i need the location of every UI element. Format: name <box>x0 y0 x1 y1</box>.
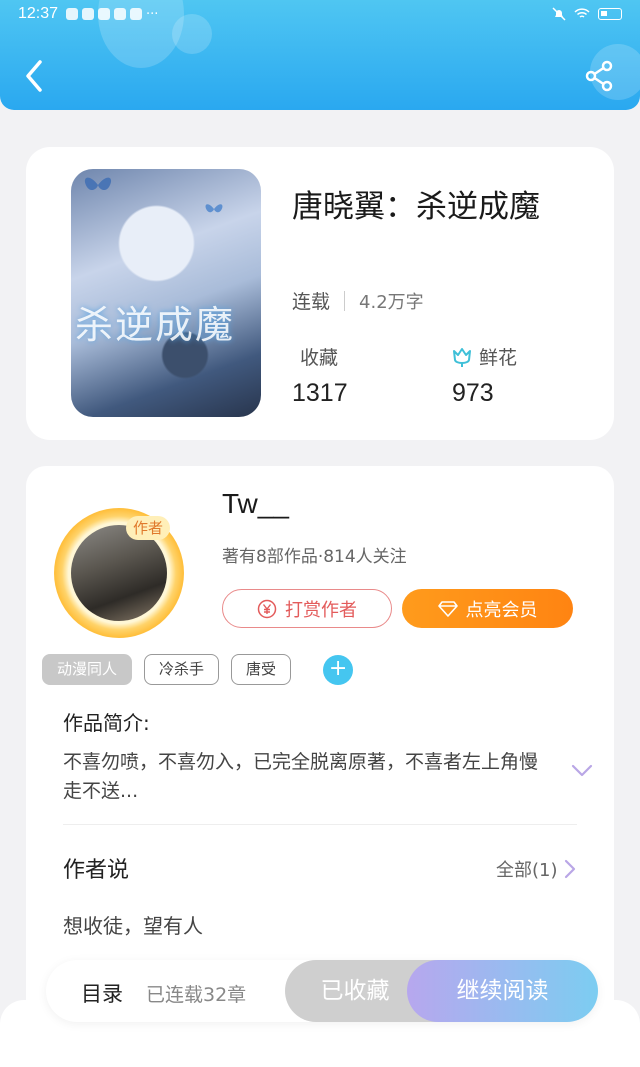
flower-icon <box>453 347 471 367</box>
flower-label: 鲜花 <box>479 347 518 369</box>
all-count-label: 全部(1) <box>496 860 558 881</box>
author-card: 作者 Tw__ 著有8部作品·814人关注 打赏作者 点亮会员 动漫同人 冷杀手… <box>26 466 614 1026</box>
word-count: 4.2万字 <box>359 291 424 313</box>
yen-coin-icon <box>257 599 277 618</box>
butterfly-icon <box>84 177 112 191</box>
chevron-right-icon <box>564 859 575 879</box>
share-button[interactable] <box>582 58 618 94</box>
share-icon <box>585 60 613 92</box>
app-icon <box>114 8 127 20</box>
vip-label: 点亮会员 <box>465 599 538 621</box>
intro-text: 不喜勿喷，不喜勿入，已完全脱离原著，不喜者左上角慢走不送... <box>63 751 539 802</box>
more-notifications: ··· <box>146 6 159 22</box>
status-time: 12:37 <box>18 5 59 22</box>
notification-icons: ··· <box>66 7 158 22</box>
chevron-down-icon[interactable] <box>571 764 593 778</box>
author-says-title: 作者说 <box>63 858 130 883</box>
author-meta: 著有8部作品·814人关注 <box>222 547 407 567</box>
diamond-icon <box>437 600 458 617</box>
flower-stat[interactable]: 鲜花 <box>451 343 517 370</box>
bottom-action-bar: 目录 已连载32章 已收藏 继续阅读 <box>46 960 598 1022</box>
author-says-all-link[interactable]: 全部(1) <box>496 856 576 882</box>
collect-label: 收藏 <box>300 347 339 369</box>
app-icon <box>98 8 111 20</box>
author-name[interactable]: Tw__ <box>222 488 289 520</box>
status-right <box>552 7 622 21</box>
vip-button[interactable]: 点亮会员 <box>402 589 573 628</box>
flower-count: 973 <box>452 379 494 407</box>
continue-reading-button[interactable]: 继续阅读 <box>407 960 598 1022</box>
tag-item[interactable]: 冷杀手 <box>144 654 220 685</box>
butterfly-icon <box>205 204 223 213</box>
app-icon <box>66 8 79 20</box>
author-avatar-frame[interactable]: 作者 <box>54 508 184 638</box>
app-icon <box>130 8 143 20</box>
section-divider <box>63 824 577 825</box>
tip-author-label: 打赏作者 <box>285 599 357 621</box>
author-badge: 作者 <box>126 516 170 540</box>
chevron-left-icon <box>26 60 42 92</box>
add-tag-button[interactable]: + <box>323 654 354 685</box>
serial-status: 连载 <box>292 291 331 313</box>
status-bar: 12:37 ··· <box>0 0 640 28</box>
tag-item[interactable]: 唐受 <box>231 654 292 685</box>
top-header: 12:37 ··· <box>0 0 640 110</box>
chapter-count[interactable]: 已连载32章 <box>146 980 246 1007</box>
back-button[interactable] <box>20 56 52 96</box>
collect-count: 1317 <box>292 379 348 407</box>
book-info-card: 杀逆成魔 唐晓翼：杀逆成魔 连载 4.2万字 收藏 1317 鲜花 973 <box>26 147 614 440</box>
author-says-text: 想收徒，望有人 <box>63 914 203 938</box>
tip-author-button[interactable]: 打赏作者 <box>222 589 392 628</box>
tag-list: 动漫同人 冷杀手 唐受 + <box>42 654 354 685</box>
toc-button[interactable]: 目录 <box>81 978 123 1008</box>
cover-title-text: 杀逆成魔 <box>75 303 236 347</box>
battery-icon <box>598 8 622 20</box>
book-cover[interactable]: 杀逆成魔 <box>71 169 261 417</box>
tag-item[interactable]: 动漫同人 <box>42 654 133 685</box>
wifi-icon <box>574 8 590 18</box>
book-title: 唐晓翼：杀逆成魔 <box>292 189 540 225</box>
app-icon <box>82 8 95 20</box>
mute-icon <box>552 7 566 21</box>
book-status-line: 连载 4.2万字 <box>292 287 424 314</box>
divider <box>344 290 346 311</box>
intro-title: 作品简介: <box>63 711 150 735</box>
